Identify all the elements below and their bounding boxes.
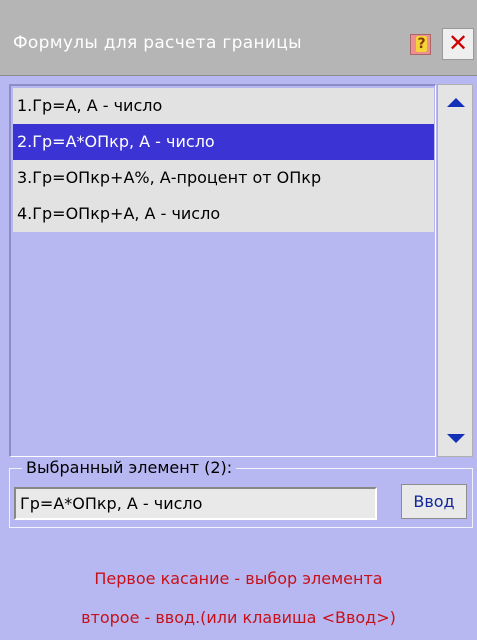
- list-item-4[interactable]: 4.Гр=ОПкр+А, А - число: [13, 196, 434, 232]
- list-item-3[interactable]: 3.Гр=ОПкр+А%, А-процент от ОПкр: [13, 160, 434, 196]
- enter-button[interactable]: Ввод: [401, 484, 467, 519]
- list-item-1[interactable]: 1.Гр=А, А - число: [13, 88, 434, 124]
- hint-line-2: второе - ввод.(или клавиша <Ввод>): [81, 608, 396, 627]
- list-item-2[interactable]: 2.Гр=А*ОПкр, А - число: [13, 124, 434, 160]
- close-button[interactable]: ✕: [442, 28, 474, 60]
- help-icon: ?: [416, 36, 427, 52]
- arrow-up-icon[interactable]: [447, 98, 465, 107]
- hint-line-1: Первое касание - выбор элемента: [94, 569, 383, 588]
- selected-element-label: Выбранный элемент (2):: [22, 458, 237, 477]
- list-scrollbar[interactable]: [437, 84, 473, 457]
- formula-dialog: Формулы для расчета границы ? ✕ 1.Гр=А, …: [0, 0, 477, 640]
- formula-list[interactable]: 1.Гр=А, А - число 2.Гр=А*ОПкр, А - число…: [9, 84, 436, 457]
- window-title: Формулы для расчета границы: [13, 33, 302, 53]
- selected-element-field[interactable]: Гр=А*ОПкр, А - число: [14, 487, 377, 520]
- arrow-down-icon[interactable]: [447, 434, 465, 443]
- title-bar: Формулы для расчета границы ? ✕: [0, 0, 477, 76]
- help-button[interactable]: ?: [410, 34, 431, 55]
